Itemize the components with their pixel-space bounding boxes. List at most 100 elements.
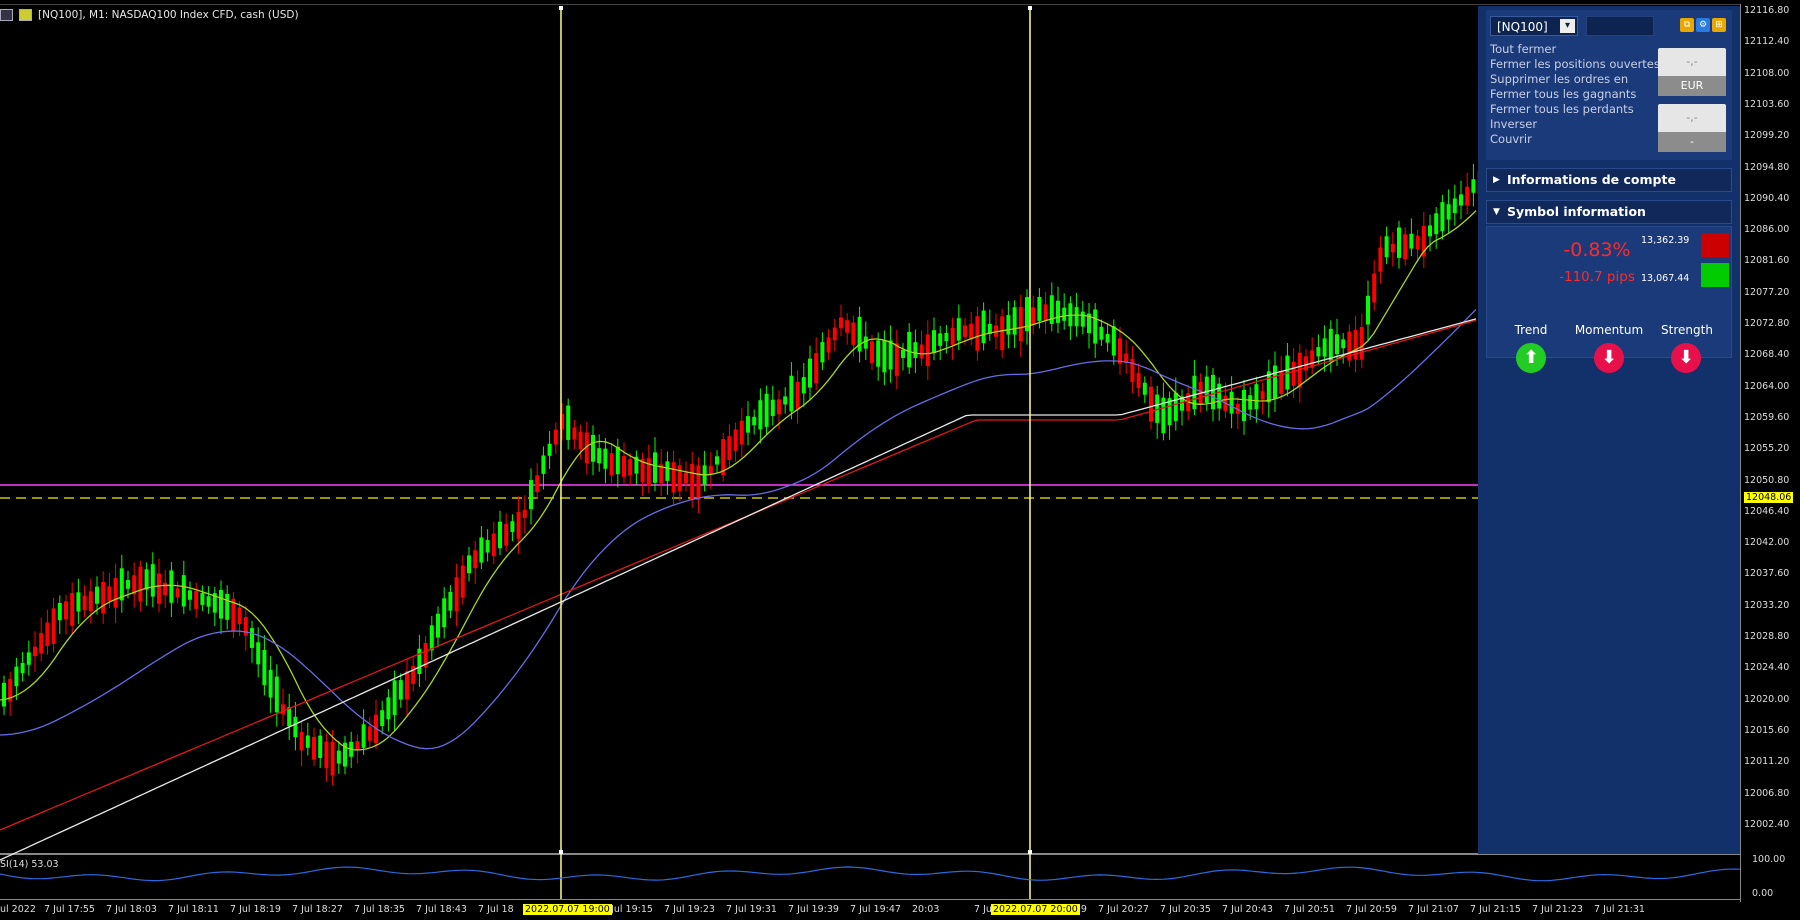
pips-unit-label: - xyxy=(1658,132,1726,152)
candle-body xyxy=(727,436,732,461)
time-tick: 7 Jul 20:59 xyxy=(1346,904,1397,915)
candle-body xyxy=(733,429,738,451)
candle-body xyxy=(820,342,825,363)
section-account-info[interactable]: ▶ Informations de compte xyxy=(1486,168,1732,192)
candle-body xyxy=(777,399,781,415)
chart-title: [NQ100], M1: NASDAQ100 Index CFD, cash (… xyxy=(0,9,299,21)
candle-body xyxy=(752,416,757,426)
candle-body xyxy=(1471,179,1476,193)
section-symbol-title: Symbol information xyxy=(1507,204,1646,219)
candle-body xyxy=(1328,328,1333,361)
candle-body xyxy=(268,669,273,698)
time-tick: 7 Jul 18:43 xyxy=(416,904,467,915)
candle-body xyxy=(677,465,682,491)
menu-reverse[interactable]: Inverser xyxy=(1490,117,1537,131)
low-color-box xyxy=(1701,263,1729,287)
chart-top-border xyxy=(0,4,1740,5)
candle-body xyxy=(107,586,112,602)
candle-body xyxy=(392,680,397,715)
candle-body xyxy=(541,455,546,474)
menu-close-winners[interactable]: Fermer tous les gagnants xyxy=(1490,87,1636,101)
candle-body xyxy=(262,649,267,686)
menu-close-losers[interactable]: Fermer tous les perdants xyxy=(1490,102,1634,116)
candle-body xyxy=(1378,247,1383,272)
section-account-title: Informations de compte xyxy=(1507,172,1676,187)
candle-body xyxy=(696,465,701,501)
copy-icon[interactable]: ⧉ xyxy=(1680,18,1694,32)
candle-body xyxy=(894,343,899,376)
time-tick: 7 Jul 21:23 xyxy=(1532,904,1583,915)
time-tick: 7 Jul 19:47 xyxy=(850,904,901,915)
candle-body xyxy=(479,537,484,563)
time-tick: ul 2022 xyxy=(0,904,36,915)
vline-time-tag: 2022.07.07 19:00 xyxy=(523,904,612,915)
vline-handle xyxy=(559,850,563,854)
gear-icon[interactable]: ⚙ xyxy=(1696,18,1710,32)
price-tick: 12064.00 xyxy=(1744,380,1790,392)
price-tick: 12028.80 xyxy=(1744,631,1790,642)
candle-body xyxy=(163,582,168,596)
candle-body xyxy=(1031,307,1036,325)
candle-body xyxy=(653,452,657,483)
candle-body xyxy=(1266,371,1271,403)
candle-body xyxy=(566,405,571,440)
candle-body xyxy=(1359,326,1364,360)
price-tick: 12103.60 xyxy=(1744,98,1790,110)
rsi-line xyxy=(0,866,1741,882)
menu-hedge[interactable]: Couvrir xyxy=(1490,132,1532,146)
section-symbol-info[interactable]: ▼ Symbol information xyxy=(1486,200,1732,224)
candle-body xyxy=(237,607,242,625)
candle-body xyxy=(591,434,595,462)
candle-body xyxy=(783,396,788,405)
price-tick: 12081.60 xyxy=(1744,255,1790,267)
candle-body xyxy=(1056,300,1060,323)
candle-body xyxy=(287,707,292,727)
symbol-select[interactable]: [NQ100] ▾ xyxy=(1490,16,1578,36)
candle-body xyxy=(690,463,695,500)
candle-body xyxy=(485,540,490,553)
candle-body xyxy=(57,602,62,621)
candle-body xyxy=(1459,194,1463,206)
candle-body xyxy=(739,420,744,445)
candle-body xyxy=(535,475,540,493)
chevron-right-icon: ▶ xyxy=(1493,175,1500,185)
candle-body xyxy=(219,589,223,619)
price-tick: 12002.40 xyxy=(1744,818,1790,830)
time-tick: 7 Jul 21:15 xyxy=(1470,904,1521,915)
candle-body xyxy=(39,633,44,654)
time-tick: 7 Jul 18:27 xyxy=(292,904,343,915)
candle-body xyxy=(913,342,918,358)
candle-body xyxy=(795,381,800,410)
time-tick: 7 Jul 20:27 xyxy=(1098,904,1149,915)
menu-close-open-positions[interactable]: Fermer les positions ouvertes xyxy=(1490,57,1660,71)
price-tick: 12046.40 xyxy=(1744,505,1790,517)
candle-body xyxy=(26,652,31,665)
candle-body xyxy=(436,613,440,638)
candle-body xyxy=(510,521,515,532)
menu-delete-orders[interactable]: Supprimer les ordres en xyxy=(1490,72,1628,86)
candle-body xyxy=(293,716,298,738)
menu-close-all[interactable]: Tout fermer xyxy=(1490,42,1556,56)
price-tick: 12020.00 xyxy=(1744,693,1790,705)
volume-input[interactable] xyxy=(1586,16,1654,36)
candle-body xyxy=(150,564,155,597)
arrow-up-icon: ⬆ xyxy=(1516,343,1546,373)
candle-body xyxy=(14,666,19,687)
expand-icon[interactable]: ⊞ xyxy=(1712,18,1726,32)
vline-handle xyxy=(1028,850,1032,854)
candle-body xyxy=(274,676,279,713)
candle-body xyxy=(188,590,192,600)
time-tick: 7 Jul 18:19 xyxy=(230,904,281,915)
chevron-down-icon[interactable]: ▾ xyxy=(1560,19,1575,33)
candle-body xyxy=(70,593,75,626)
price-tick: 12068.40 xyxy=(1744,349,1790,361)
candle-body xyxy=(1006,315,1011,335)
price-tick: 12086.00 xyxy=(1744,224,1790,236)
candle-body xyxy=(169,570,174,603)
candle-body xyxy=(95,586,99,604)
candle-body xyxy=(64,601,68,620)
candle-body xyxy=(876,340,881,367)
price-tick: 12072.80 xyxy=(1744,318,1790,329)
candle-body xyxy=(981,310,986,343)
candle-body xyxy=(194,590,199,609)
